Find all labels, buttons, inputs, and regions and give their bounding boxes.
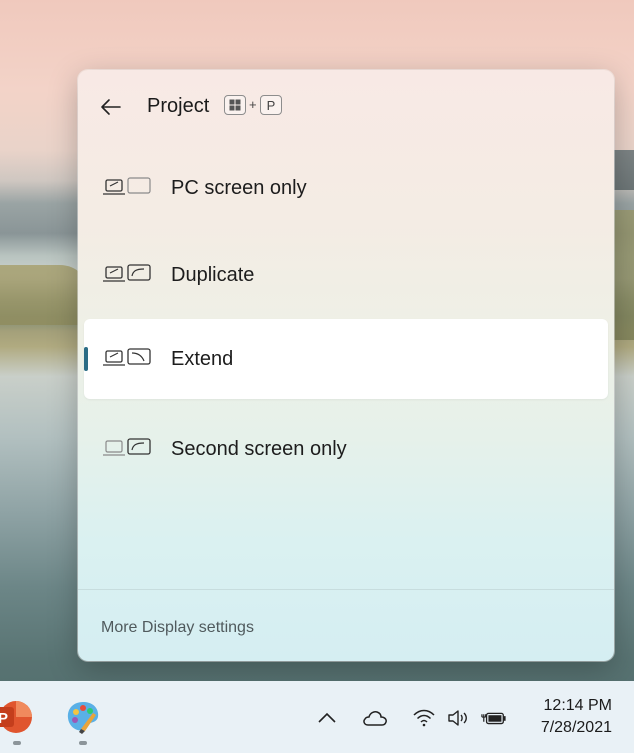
- powerpoint-app-button[interactable]: P: [0, 699, 32, 735]
- powerpoint-icon: P: [0, 701, 32, 733]
- clock-time: 12:14 PM: [543, 697, 612, 714]
- taskbar: P 12:14 PM 7/28/2021: [0, 681, 634, 753]
- windows-key-icon: [224, 95, 246, 115]
- running-indicator: [13, 741, 21, 745]
- footer-divider: [78, 589, 614, 590]
- volume-button[interactable]: [445, 705, 471, 731]
- second-screen-only-icon: [103, 438, 151, 456]
- battery-charging-icon: [481, 712, 506, 725]
- volume-icon: [448, 710, 467, 726]
- clock-date: 7/28/2021: [540, 719, 612, 736]
- onedrive-icon: [363, 711, 387, 726]
- wifi-button[interactable]: [411, 705, 437, 731]
- option-duplicate[interactable]: Duplicate: [84, 235, 608, 315]
- project-panel: Project + P PC screen only Duplicate Ext…: [78, 70, 614, 661]
- option-label: PC screen only: [171, 177, 307, 199]
- show-hidden-icons-button[interactable]: [314, 705, 340, 731]
- option-label: Second screen only: [171, 438, 347, 460]
- panel-title: Project: [147, 95, 210, 117]
- back-arrow-icon: [101, 99, 121, 115]
- battery-button[interactable]: [481, 705, 507, 731]
- pc-screen-only-icon: [103, 177, 151, 195]
- shortcut-key-p: P: [260, 95, 282, 115]
- option-second-screen-only[interactable]: Second screen only: [84, 409, 608, 489]
- wallpaper-grass-left: [0, 265, 90, 325]
- option-label: Extend: [171, 348, 234, 370]
- selection-indicator: [84, 347, 88, 371]
- svg-text:P: P: [0, 710, 8, 727]
- chevron-up-icon: [318, 712, 336, 723]
- option-pc-screen-only[interactable]: PC screen only: [84, 148, 608, 228]
- paint-app-button[interactable]: [65, 699, 101, 735]
- option-label: Duplicate: [171, 264, 255, 286]
- onedrive-button[interactable]: [362, 705, 388, 731]
- panel-header: Project + P: [78, 70, 614, 142]
- more-display-settings-link[interactable]: More Display settings: [101, 619, 254, 637]
- wifi-icon: [413, 709, 435, 727]
- extend-icon: [103, 348, 151, 366]
- option-extend[interactable]: Extend: [84, 319, 608, 399]
- duplicate-icon: [103, 264, 151, 282]
- back-button[interactable]: [96, 92, 126, 122]
- paint-icon: [67, 702, 99, 734]
- shortcut-plus: +: [249, 97, 257, 112]
- running-indicator: [79, 741, 87, 745]
- clock-button[interactable]: 12:14 PM 7/28/2021: [541, 695, 612, 739]
